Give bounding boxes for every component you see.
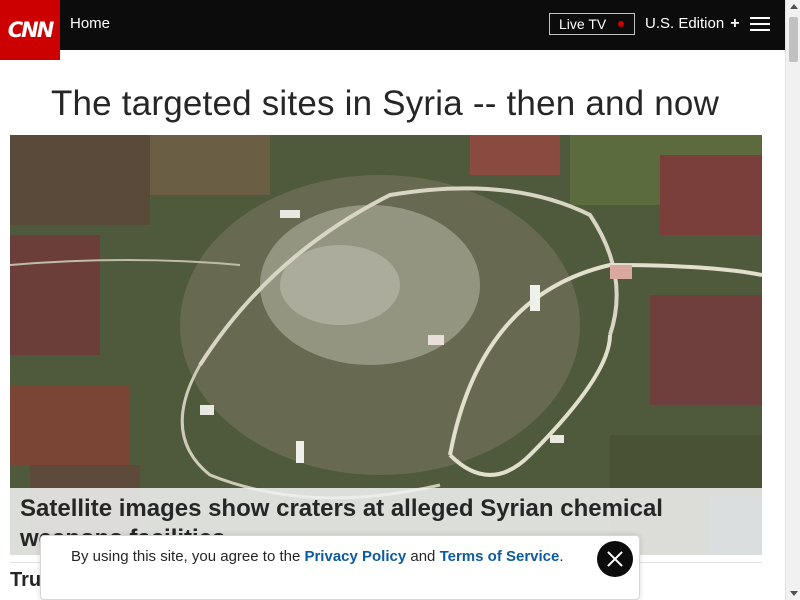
edition-selector[interactable]: U.S. Edition +	[645, 15, 740, 32]
scroll-down-arrow-icon[interactable]	[790, 591, 798, 596]
page: Home Live TV U.S. Edition + CNN The targ…	[0, 0, 800, 600]
terms-of-service-link[interactable]: Terms of Service	[440, 548, 560, 565]
top-navigation-bar: Home Live TV U.S. Edition +	[0, 0, 785, 50]
vertical-scrollbar[interactable]	[785, 0, 800, 600]
hamburger-menu-icon[interactable]	[750, 17, 770, 33]
edition-label: U.S. Edition	[645, 15, 725, 32]
cnn-logo[interactable]: CNN	[0, 0, 60, 60]
consent-text: By using this site, you agree to the Pri…	[71, 545, 571, 568]
plus-icon: +	[730, 15, 740, 32]
consent-text-after: .	[559, 548, 564, 565]
close-icon[interactable]	[597, 541, 633, 577]
scroll-thumb[interactable]	[789, 17, 798, 62]
live-tv-label: Live TV	[559, 16, 607, 32]
live-tv-button[interactable]: Live TV	[549, 13, 635, 35]
next-section-title: Tru	[10, 569, 42, 591]
privacy-policy-link[interactable]: Privacy Policy	[304, 548, 406, 565]
cookie-consent-banner: By using this site, you agree to the Pri…	[40, 535, 640, 600]
logo-text: CNN	[7, 18, 55, 42]
page-title: The targeted sites in Syria -- then and …	[50, 84, 720, 123]
consent-text-middle: and	[406, 548, 440, 565]
scroll-up-arrow-icon[interactable]	[790, 4, 798, 9]
consent-text-before: By using this site, you agree to the	[71, 548, 305, 565]
home-link[interactable]: Home	[70, 15, 110, 32]
live-indicator-icon	[618, 21, 624, 27]
